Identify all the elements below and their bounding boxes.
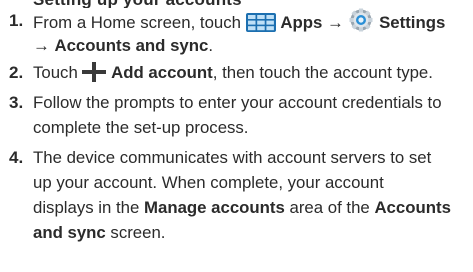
plus-icon <box>82 62 107 89</box>
manage-accounts-label: Manage accounts <box>144 198 285 217</box>
step-text: Touch <box>33 63 78 82</box>
step-text: displays in the <box>33 198 140 217</box>
step-number: 3. <box>9 93 24 112</box>
arrow: → <box>326 13 344 32</box>
step-number: 1. <box>9 11 24 30</box>
step-1-line-2: → Accounts and sync. <box>33 33 469 58</box>
add-account-label: Add account <box>111 63 213 82</box>
step-4-line-2: up your account. When complete, your acc… <box>33 173 384 192</box>
period: . <box>208 36 213 55</box>
step-number: 2. <box>9 63 24 82</box>
step-text: From a Home screen, touch <box>33 13 241 32</box>
clipped-heading-text: Setting up your accounts <box>33 0 242 8</box>
accounts-label: Accounts <box>374 198 451 217</box>
clipped-heading: Setting up your accounts <box>0 0 473 8</box>
instruction-page: Setting up your accounts 1. From a Home … <box>0 0 473 272</box>
step-4-line-3: displays in the Manage accounts area of … <box>33 195 469 220</box>
step-number: 4. <box>9 148 24 167</box>
step-2-line-1: Touch Add account, then touch the accoun… <box>33 60 469 89</box>
step-text: screen. <box>110 223 166 242</box>
and-sync-label: and sync <box>33 223 106 242</box>
step-text: , then touch the account type. <box>212 63 433 82</box>
accounts-and-sync-label: Accounts and sync <box>54 36 209 55</box>
step-text: area of the <box>289 198 370 217</box>
apps-label: Apps <box>280 13 323 32</box>
arrow: → <box>33 36 50 55</box>
step-4-line-4: and sync screen. <box>33 220 469 245</box>
step-3-line-1: Follow the prompts to enter your account… <box>33 93 442 112</box>
step-4-line-1: The device communicates with account ser… <box>33 148 432 167</box>
settings-label: Settings <box>379 13 446 32</box>
step-3-line-2: complete the set-up process. <box>33 118 249 137</box>
